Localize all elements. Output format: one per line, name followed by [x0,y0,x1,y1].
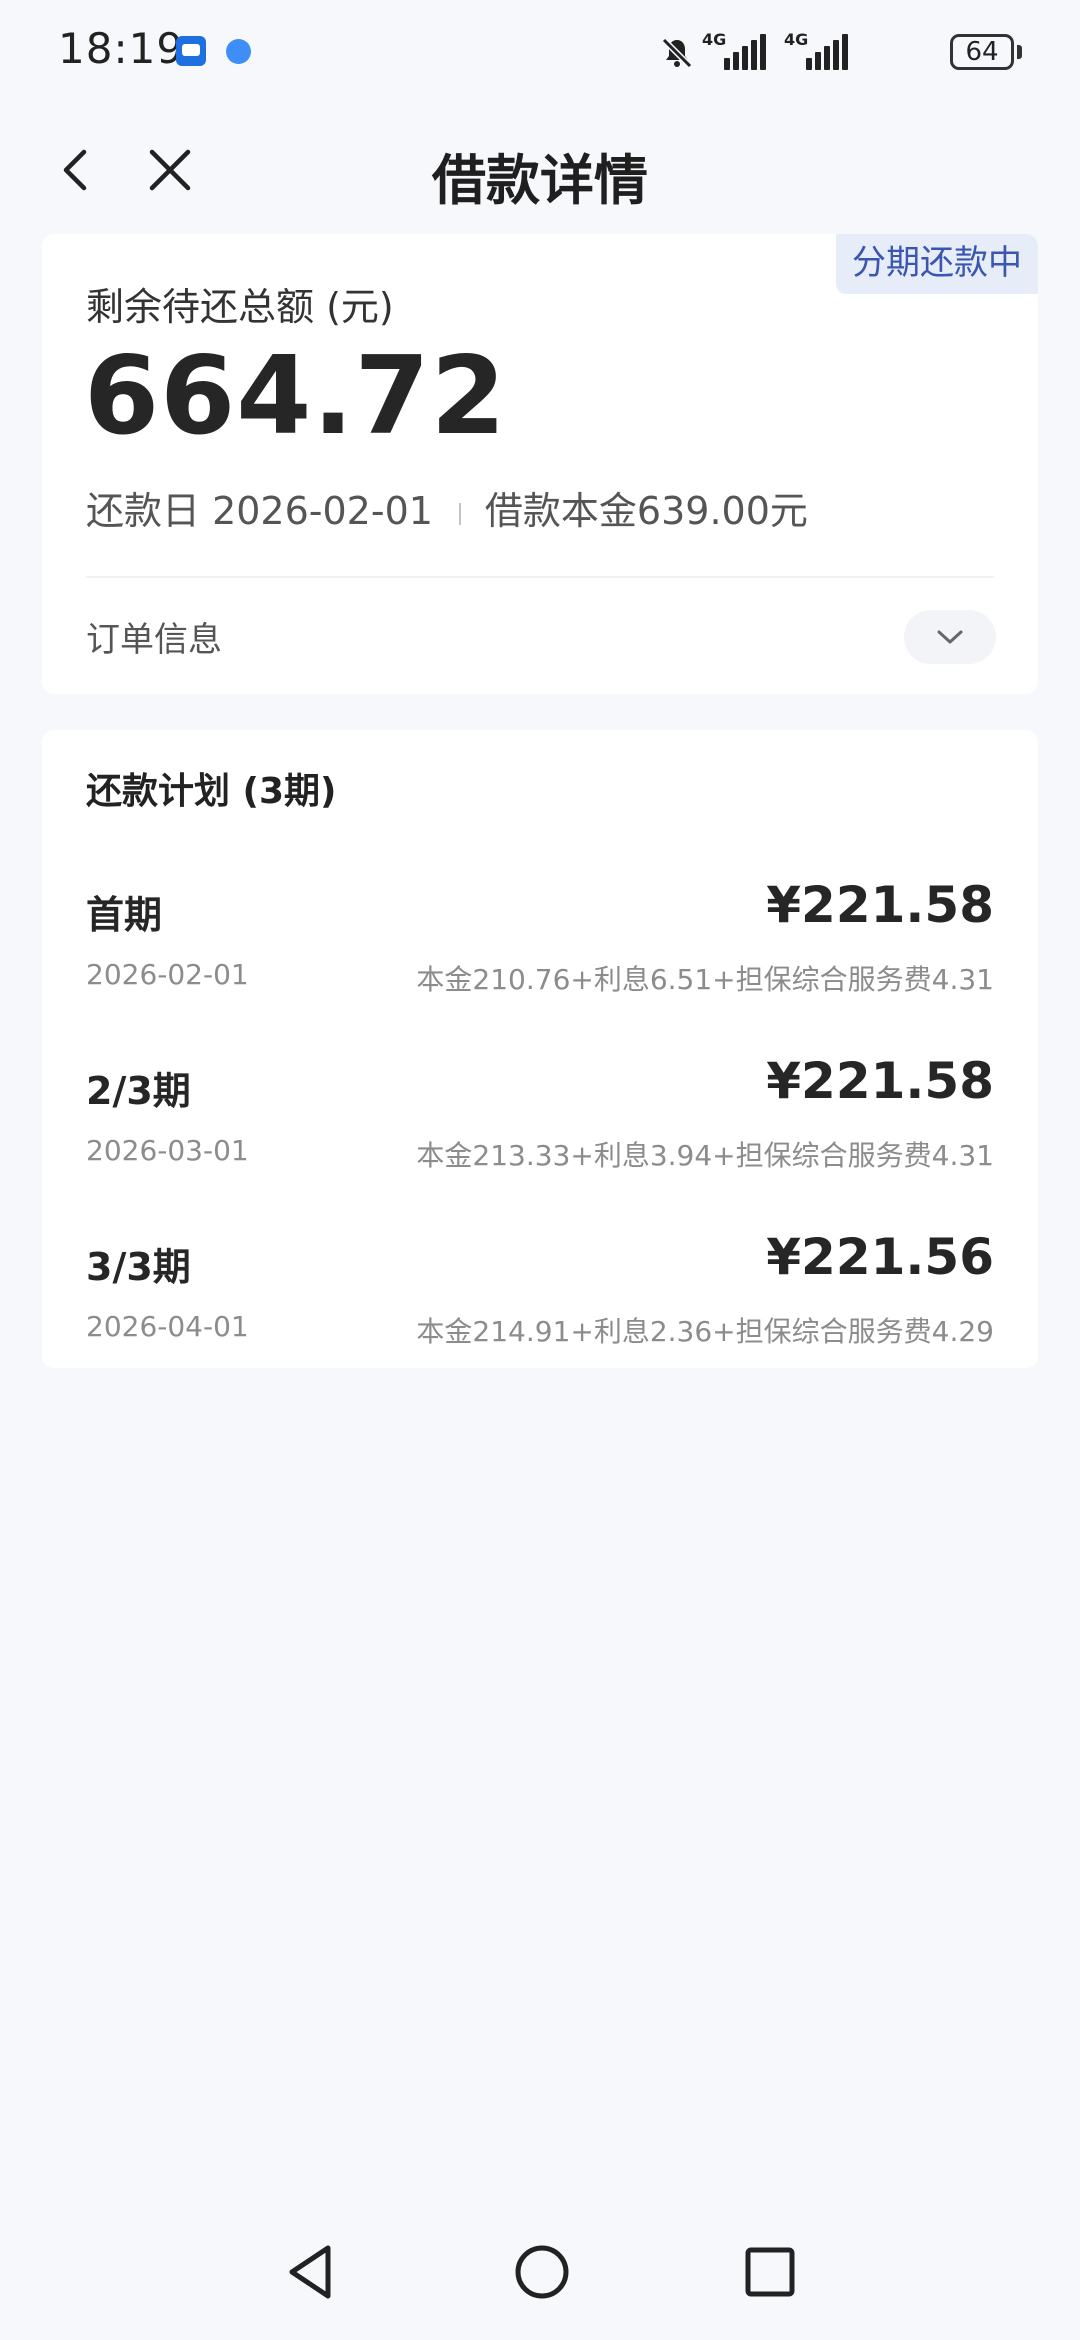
nav-bar: 借款详情 [0,120,1080,220]
plan-period: 2/3期 [86,1069,191,1113]
network-type-1: 4G [702,30,727,49]
mute-bell-icon [661,37,693,69]
status-bar: 18:19 4G 4G 64 [0,0,1080,100]
plan-detail: 本金210.76+利息6.51+担保综合服务费4.31 [416,963,994,996]
nav-back-triangle-icon[interactable] [284,2242,336,2302]
plan-title: 还款计划 (3期) [86,771,337,812]
network-type-2: 4G [784,30,809,49]
status-time: 18:19 [58,24,185,73]
remaining-total-label: 剩余待还总额 (元) [86,285,394,329]
plan-date: 2026-02-01 [86,958,249,991]
repay-date: 还款日 2026-02-01 [86,489,433,533]
plan-date: 2026-03-01 [86,1134,249,1167]
order-info-expand-button[interactable] [904,610,996,664]
repayment-plan-card: 还款计划 (3期) 首期 ¥221.58 2026-02-01 本金210.76… [42,730,1038,1368]
plan-item[interactable]: 2/3期 ¥221.58 2026-03-01 本金213.33+利息3.94+… [86,1052,994,1180]
status-badge: 分期还款中 [836,234,1038,294]
chevron-down-icon [937,630,963,644]
order-info-label[interactable]: 订单信息 [86,612,222,661]
plan-period: 3/3期 [86,1245,191,1289]
status-indicators: 4G 4G 64 [661,30,1024,74]
nav-home-circle-icon[interactable] [514,2242,570,2302]
plan-detail: 本金214.91+利息2.36+担保综合服务费4.29 [416,1315,994,1348]
summary-meta: 还款日 2026-02-01 借款本金639.00元 [86,480,808,535]
plan-item[interactable]: 首期 ¥221.58 2026-02-01 本金210.76+利息6.51+担保… [86,876,994,1004]
page-title: 借款详情 [432,149,648,212]
battery-level: 64 [950,34,1014,70]
plan-amount: ¥221.58 [766,876,994,934]
battery-icon: 64 [950,34,1024,70]
plan-item[interactable]: 3/3期 ¥221.56 2026-04-01 本金214.91+利息2.36+… [86,1228,994,1356]
plan-date: 2026-04-01 [86,1310,249,1343]
app-notification-icon [176,36,206,66]
plan-period: 首期 [86,893,163,937]
loan-summary-card: 分期还款中 剩余待还总额 (元) 664.72 还款日 2026-02-01 借款… [42,234,1038,694]
browser-notification-icon [226,39,251,64]
remaining-total-amount: 664.72 [84,334,507,459]
meta-separator [458,502,461,525]
divider [86,576,994,578]
plan-amount: ¥221.56 [766,1228,994,1286]
loan-principal: 借款本金639.00元 [484,489,808,533]
signal-2-icon: 4G [784,32,848,72]
nav-recents-square-icon[interactable] [744,2244,796,2300]
signal-1-icon: 4G [702,32,766,72]
plan-amount: ¥221.58 [766,1052,994,1110]
plan-detail: 本金213.33+利息3.94+担保综合服务费4.31 [416,1139,994,1172]
system-nav-bar [0,2230,1080,2330]
